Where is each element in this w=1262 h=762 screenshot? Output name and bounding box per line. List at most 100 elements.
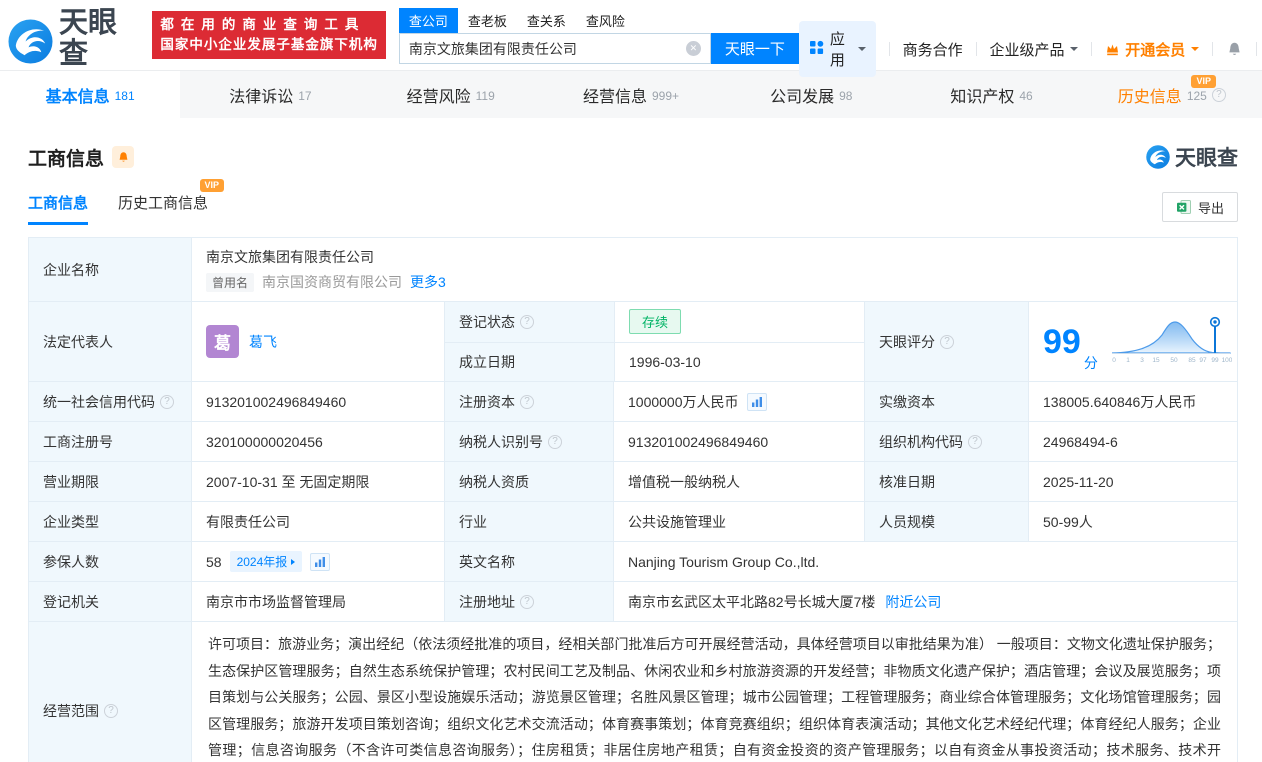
former-name-chip: 曾用名 [206, 273, 254, 292]
export-button[interactable]: 导出 [1162, 192, 1238, 222]
tab-history-info[interactable]: VIP 历史信息125 [1082, 71, 1262, 118]
help-icon[interactable] [104, 704, 118, 718]
company-type-label: 企业类型 [29, 502, 191, 541]
business-info-table: 企业名称 南京文旅集团有限责任公司 曾用名 南京国资商贸有限公司 更多3 法定代… [28, 237, 1238, 762]
taxpayer-id-value: 913201002496849460 [613, 422, 864, 461]
help-icon[interactable] [940, 335, 954, 349]
menu-business-cooperation[interactable]: 商务合作 [903, 39, 963, 60]
clear-input-icon[interactable] [686, 41, 701, 56]
score-number: 99 [1043, 325, 1081, 359]
slogan-line1: 都在用的商业查询工具 [160, 15, 378, 35]
paid-capital-value: 138005.640846万人民币 [1028, 382, 1237, 421]
svg-text:1: 1 [1126, 357, 1130, 364]
menu-open-vip[interactable]: 开通会员 [1105, 39, 1199, 60]
annual-report-badge[interactable]: 2024年报 [230, 551, 303, 572]
address-value: 南京市玄武区太平北路82号长城大厦7楼 附近公司 [613, 582, 1237, 621]
notification-bell-icon[interactable] [1226, 41, 1243, 58]
svg-text:99: 99 [1211, 357, 1219, 364]
help-icon[interactable] [1212, 88, 1226, 102]
row-company-name: 企业名称 南京文旅集团有限责任公司 曾用名 南京国资商贸有限公司 更多3 [29, 238, 1237, 302]
svg-text:85: 85 [1188, 357, 1196, 364]
help-icon[interactable] [968, 435, 982, 449]
reg-status-label: 登记状态 [445, 302, 614, 342]
tab-basic-info[interactable]: 基本信息181 [0, 71, 180, 118]
tab-business-risk[interactable]: 经营风险119 [361, 71, 541, 118]
industry-value: 公共设施管理业 [613, 502, 864, 541]
tianyancha-logo[interactable]: 天眼查 TianYanCha.com [8, 8, 144, 80]
paid-capital-label: 实缴资本 [864, 382, 1028, 421]
help-icon[interactable] [160, 395, 174, 409]
more-link[interactable]: 更多3 [410, 272, 446, 292]
legal-rep-value: 葛 葛飞 [191, 302, 444, 381]
legal-rep-link[interactable]: 葛飞 [249, 332, 277, 352]
trend-chart-icon[interactable] [310, 553, 330, 571]
logo-brand-text: 天眼查 [59, 8, 144, 70]
search-tab-risk[interactable]: 查风险 [576, 8, 635, 33]
approval-date-label: 核准日期 [864, 462, 1028, 501]
authority-value: 南京市市场监督管理局 [191, 582, 444, 621]
help-icon[interactable] [548, 435, 562, 449]
help-icon[interactable] [520, 395, 534, 409]
row-insured-count: 参保人数 58 2024年报 英文名称 Nanjing Tourism Grou… [29, 542, 1237, 582]
crown-icon [1105, 42, 1120, 57]
establish-date-label: 成立日期 [445, 343, 614, 382]
slogan-banner: 都在用的商业查询工具 国家中小企业发展子基金旗下机构 [152, 11, 386, 59]
term-label: 营业期限 [29, 462, 191, 501]
approval-date-value: 2025-11-20 [1028, 462, 1237, 501]
legal-rep-avatar[interactable]: 葛 [206, 325, 239, 358]
row-credit-code: 统一社会信用代码 913201002496849460 注册资本 1000000… [29, 382, 1237, 422]
apps-menu-label: 应用 [830, 28, 846, 70]
chevron-down-icon [1070, 47, 1078, 55]
org-code-value: 24968494-6 [1028, 422, 1237, 461]
company-name-value: 南京文旅集团有限责任公司 曾用名 南京国资商贸有限公司 更多3 [191, 238, 1237, 301]
taxpayer-id-label: 纳税人识别号 [444, 422, 613, 461]
search-tab-relation[interactable]: 查关系 [517, 8, 576, 33]
tianyancha-watermark-logo: 天眼查 [1146, 142, 1238, 172]
row-registration-status: 登记状态 存续 [445, 302, 864, 342]
vip-badge: VIP [200, 179, 225, 192]
tab-legal-cases[interactable]: 法律诉讼17 [180, 71, 360, 118]
top-header: 天眼查 TianYanCha.com 都在用的商业查询工具 国家中小企业发展子基… [0, 0, 1262, 70]
row-registration-number: 工商注册号 320100000020456 纳税人识别号 91320100249… [29, 422, 1237, 462]
menu-enterprise-products[interactable]: 企业级产品 [989, 39, 1078, 60]
status-badge: 存续 [629, 309, 681, 334]
reg-number-label: 工商注册号 [29, 422, 191, 461]
chevron-down-icon [1191, 47, 1199, 55]
trend-chart-icon[interactable] [747, 393, 767, 411]
tab-intellectual-property[interactable]: 知识产权46 [901, 71, 1081, 118]
apps-menu-button[interactable]: 应用 [799, 21, 876, 77]
subsection-tabs: 工商信息 VIP 历史工商信息 导出 [28, 192, 1238, 225]
divider [976, 42, 977, 56]
scope-label: 经营范围 [29, 622, 191, 762]
subtab-business-info[interactable]: 工商信息 [28, 192, 88, 225]
row-legal-representative: 法定代表人 葛 葛飞 登记状态 存续 成立日期 1996-03-10 天眼评分 … [29, 302, 1237, 382]
english-name-value: Nanjing Tourism Group Co.,ltd. [613, 542, 1237, 581]
tab-business-info[interactable]: 经营信息999+ [541, 71, 721, 118]
row-registration-authority: 登记机关 南京市市场监督管理局 注册地址 南京市玄武区太平北路82号长城大厦7楼… [29, 582, 1237, 622]
search-button[interactable]: 天眼一下 [711, 33, 799, 64]
search-input[interactable]: 南京文旅集团有限责任公司 [399, 33, 711, 64]
apps-grid-icon [809, 40, 824, 59]
nearby-companies-link[interactable]: 附近公司 [885, 592, 941, 612]
help-icon[interactable] [520, 595, 534, 609]
reg-capital-label: 注册资本 [444, 382, 613, 421]
search-area: 查公司 查老板 查关系 查风险 南京文旅集团有限责任公司 天眼一下 [399, 8, 799, 64]
tab-company-development[interactable]: 公司发展98 [721, 71, 901, 118]
legal-rep-label: 法定代表人 [29, 302, 191, 381]
term-value: 2007-10-31 至 无固定期限 [191, 462, 444, 501]
svg-text:0: 0 [1112, 357, 1116, 364]
help-icon[interactable] [520, 315, 534, 329]
industry-label: 行业 [444, 502, 613, 541]
company-nav-tabs: 基本信息181 法律诉讼17 经营风险119 经营信息999+ 公司发展98 知… [0, 70, 1262, 118]
search-tab-company[interactable]: 查公司 [399, 8, 458, 33]
monitor-bell-icon[interactable] [112, 146, 134, 168]
reg-status-value: 存续 [614, 302, 864, 342]
chevron-down-icon [858, 47, 866, 55]
subtab-history-business-info[interactable]: VIP 历史工商信息 [118, 192, 208, 225]
english-name-label: 英文名称 [444, 542, 613, 581]
search-tab-boss[interactable]: 查老板 [458, 8, 517, 33]
slogan-line2: 国家中小企业发展子基金旗下机构 [160, 35, 378, 55]
svg-text:3: 3 [1140, 357, 1144, 364]
row-business-scope: 经营范围 许可项目：旅游业务；演出经纪（依法须经批准的项目，经相关部门批准后方可… [29, 622, 1237, 762]
svg-text:15: 15 [1152, 357, 1160, 364]
